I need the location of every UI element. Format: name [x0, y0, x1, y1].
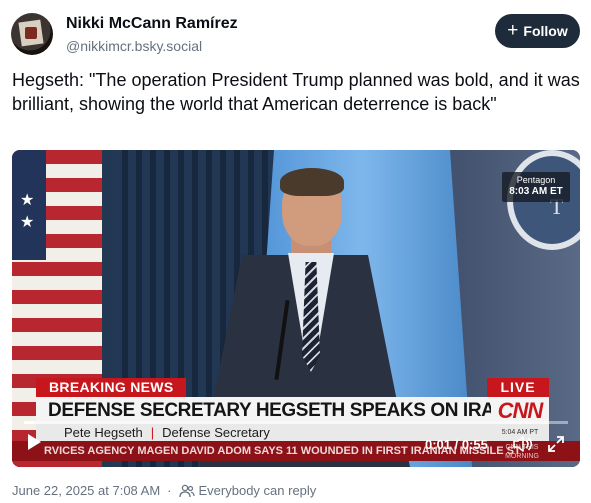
reply-setting[interactable]: Everybody can reply	[199, 483, 317, 498]
follow-label: Follow	[523, 23, 568, 39]
speaker-name-bar: Pete Hegseth | Defense Secretary	[36, 424, 491, 441]
news-ticker: RVICES AGENCY MAGEN DAVID ADOM SAYS 11 W…	[12, 441, 580, 461]
breaking-news-banner: BREAKING NEWS	[36, 378, 186, 397]
separator-dot: ·	[167, 483, 172, 498]
people-icon	[178, 484, 195, 497]
video-scrubber[interactable]	[24, 421, 568, 424]
star-icon: ★	[20, 214, 35, 231]
play-icon[interactable]	[26, 433, 42, 451]
author-avatar[interactable]	[11, 13, 53, 55]
location-time: 8:03 AM ET	[509, 186, 563, 197]
speaker-name: Pete Hegseth	[64, 425, 143, 440]
post-text: Hegseth: "The operation President Trump …	[12, 70, 580, 114]
speaker-hair	[280, 168, 344, 196]
post-timestamp[interactable]: June 22, 2025 at 7:08 AM	[12, 483, 160, 498]
live-badge: LIVE	[487, 378, 549, 397]
network-logo: CNN	[491, 397, 549, 424]
video-timecode: 0:01 / 0:55	[425, 437, 488, 452]
speaker-title: Defense Secretary	[162, 425, 270, 440]
location-tag: Pentagon 8:03 AM ET	[502, 172, 570, 202]
author-handle[interactable]: @nikkimcr.bsky.social	[66, 38, 202, 54]
follow-button[interactable]: + Follow	[495, 14, 580, 48]
post-card: Nikki McCann Ramírez @nikkimcr.bsky.soci…	[0, 0, 591, 503]
post-footer: June 22, 2025 at 7:08 AM · Everybody can…	[12, 483, 316, 498]
fullscreen-icon[interactable]	[548, 436, 564, 452]
scrubber-progress	[24, 421, 35, 424]
chyron-headline: DEFENSE SECRETARY HEGSETH SPEAKS ON IRAN…	[36, 397, 491, 424]
location-label: Pentagon	[516, 175, 556, 185]
star-icon: ★	[20, 192, 35, 209]
plus-icon: +	[507, 19, 519, 41]
volume-muted-icon[interactable]	[513, 436, 533, 452]
video-player[interactable]: ★ ★ T Pentagon 8:03 AM ET BREAKING NEWS …	[12, 150, 580, 467]
author-display-name[interactable]: Nikki McCann Ramírez	[66, 15, 238, 33]
separator: |	[150, 425, 155, 440]
